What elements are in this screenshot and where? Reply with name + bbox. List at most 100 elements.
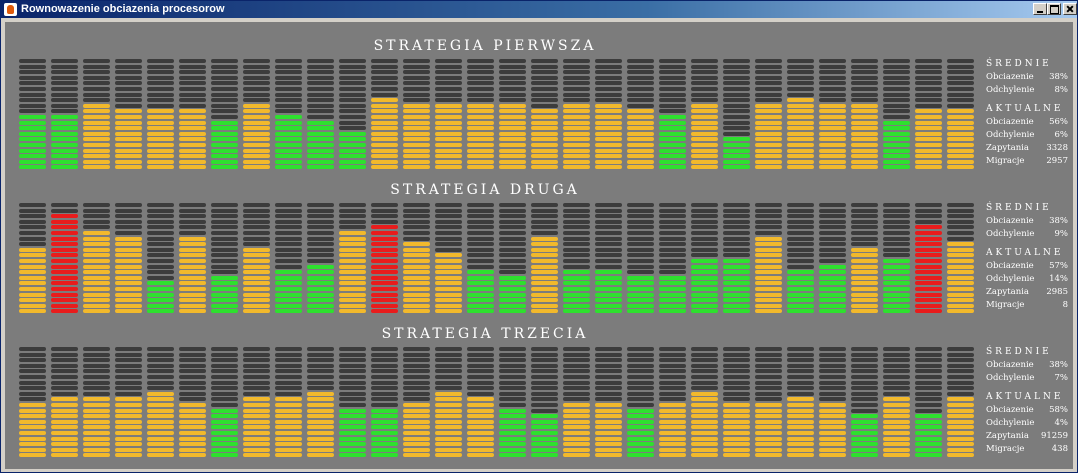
bar-segment [819, 75, 846, 80]
bar-segment [531, 408, 558, 413]
bar-segment [147, 231, 174, 235]
bar-segment [211, 419, 238, 424]
bar-segment [51, 442, 78, 447]
bar-segment [435, 247, 462, 252]
bar-segment [243, 70, 270, 75]
bar-segment [307, 242, 334, 247]
bar-segment [755, 292, 782, 297]
bar-segment [819, 203, 846, 207]
bar-segment [179, 386, 206, 391]
bar-segment [275, 358, 302, 363]
bar-segment [307, 59, 334, 63]
stat-row: Odchylenie 14% [986, 274, 1068, 286]
bar-segment [947, 64, 974, 69]
bar-segment [883, 369, 910, 374]
bar-segment [787, 98, 814, 103]
bar-segment [499, 219, 526, 224]
bar-segment [819, 375, 846, 379]
minimize-button[interactable] [1033, 3, 1047, 15]
bar-segment [147, 347, 174, 351]
cpu-bar [243, 59, 270, 171]
bar-segment [499, 225, 526, 230]
bar-segment [563, 165, 590, 170]
bar-segment [275, 231, 302, 235]
bar-segment [883, 81, 910, 86]
bar-segment [499, 59, 526, 63]
bar-segment [531, 397, 558, 402]
bar-segment [659, 375, 686, 379]
bar-segment [787, 309, 814, 314]
bar-segment [499, 419, 526, 424]
bar-segment [243, 369, 270, 374]
bar-segment [659, 369, 686, 374]
bar-segment [819, 287, 846, 291]
bar-segment [787, 408, 814, 413]
bar-segment [883, 131, 910, 136]
stat-value: 2985 [1046, 287, 1068, 297]
bar-segment [83, 425, 110, 430]
bar-segment [947, 92, 974, 97]
bar-segment [211, 298, 238, 303]
bar-segment [435, 137, 462, 142]
bar-segment [755, 403, 782, 407]
bar-segment [723, 352, 750, 357]
bar-segment [211, 165, 238, 170]
bar-segment [595, 436, 622, 441]
bar-segment [19, 270, 46, 275]
bar-segment [51, 75, 78, 80]
bar-segment [147, 375, 174, 379]
bar-segment [275, 165, 302, 170]
bar-segment [147, 292, 174, 297]
bar-segment [243, 225, 270, 230]
bar-segment [307, 442, 334, 447]
bar-segment [531, 131, 558, 136]
bar-segment [403, 303, 430, 308]
bar-segment [499, 303, 526, 308]
bar-segment [787, 386, 814, 391]
bar-segment [275, 120, 302, 125]
bar-segment [595, 253, 622, 258]
bar-segment [211, 115, 238, 119]
bar-segment [371, 203, 398, 207]
close-button[interactable] [1063, 3, 1077, 15]
bar-segment [19, 275, 46, 280]
bar-segment [883, 98, 910, 103]
bar-segment [851, 419, 878, 424]
bar-segment [115, 386, 142, 391]
cpu-bar [147, 347, 174, 459]
bar-segment [947, 231, 974, 235]
bar-segment [51, 126, 78, 131]
bar-segment [563, 442, 590, 447]
bar-segment [947, 347, 974, 351]
bar-segment [243, 154, 270, 159]
java-icon[interactable] [4, 3, 17, 16]
bar-segment [371, 309, 398, 314]
bar-segment [243, 414, 270, 419]
bar-segment [83, 120, 110, 125]
bar-segment [691, 231, 718, 235]
bar-segment [691, 154, 718, 159]
bar-segment [179, 59, 206, 63]
bar-segment [883, 309, 910, 314]
title-bar[interactable]: Rownowazenie obciazenia procesorow [1, 1, 1077, 18]
bar-segment [563, 203, 590, 207]
bar-segment [467, 154, 494, 159]
bar-segment [243, 115, 270, 119]
bar-segment [339, 148, 366, 153]
bar-segment [371, 98, 398, 103]
bar-segment [403, 369, 430, 374]
bar-segment [851, 208, 878, 213]
maximize-button[interactable] [1047, 3, 1061, 15]
bar-segment [435, 148, 462, 153]
bar-segment [691, 120, 718, 125]
bar-segment [531, 214, 558, 219]
bar-segment [915, 264, 942, 269]
bar-segment [403, 143, 430, 147]
bar-segment [755, 92, 782, 97]
bar-segment [339, 436, 366, 441]
cpu-bar [51, 203, 78, 315]
bar-segment [563, 159, 590, 164]
bar-segment [147, 352, 174, 357]
bar-segment [723, 453, 750, 458]
bar-segment [499, 115, 526, 119]
